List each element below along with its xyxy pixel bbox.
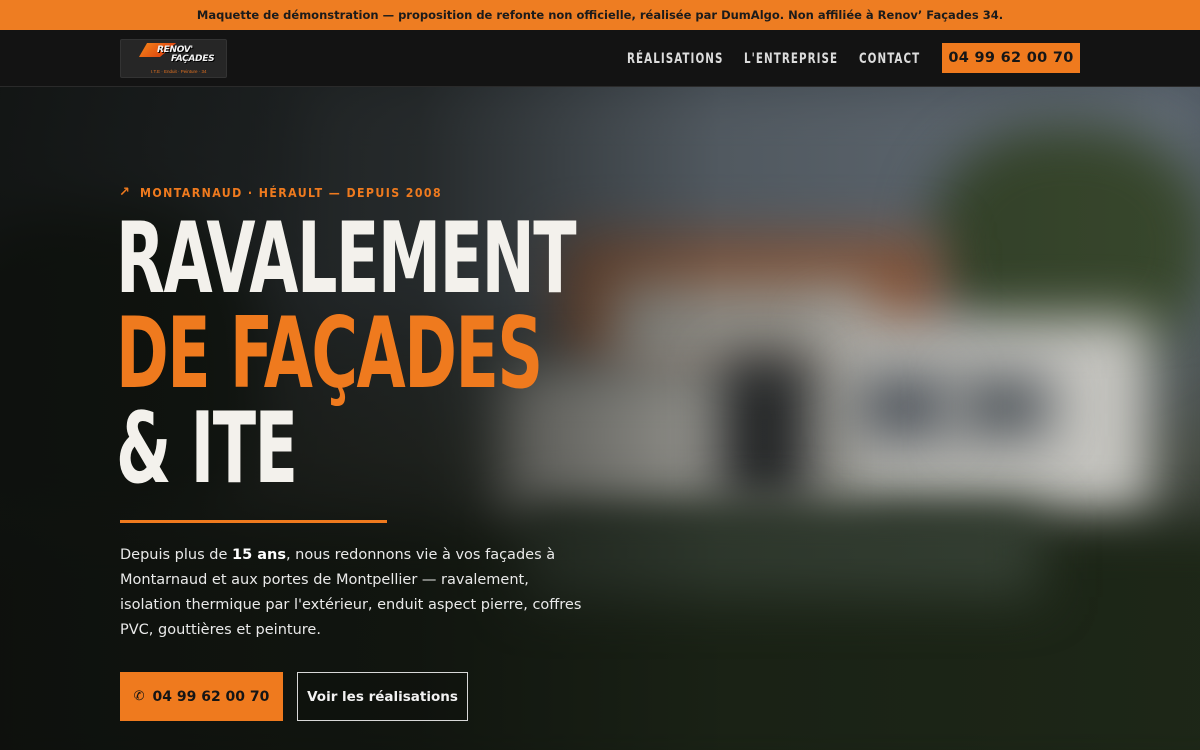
nav-link-contact[interactable]: CONTACT [859, 30, 920, 87]
hero-lead: Depuis plus de 15 ans, nous redonnons vi… [120, 543, 590, 643]
navbar: RENOV' FAÇADES I.T.E · Enduit · Peinture… [0, 30, 1200, 87]
hero-eyebrow: ↗ MONTARNAUD · HÉRAULT — DEPUIS 2008 [119, 183, 483, 201]
logo-wordmark: RENOV' FAÇADES [157, 46, 226, 64]
phone-icon: ✆ [133, 689, 145, 704]
headline-divider [120, 520, 387, 523]
headline-line3: & ITE [116, 392, 298, 506]
arrow-up-right-icon: ↗ [119, 184, 132, 200]
hero-headline: RAVALEMENT DE FAÇADES & ITE [116, 202, 577, 506]
nav-link-realisations[interactable]: RÉALISATIONS [627, 30, 724, 87]
nav-link-entreprise[interactable]: L'ENTREPRISE [744, 30, 838, 87]
headline-line1: RAVALEMENT [116, 202, 577, 316]
call-button-label: 04 99 62 00 70 [152, 688, 270, 705]
hero-eyebrow-text: MONTARNAUD · HÉRAULT — DEPUIS 2008 [139, 184, 442, 200]
lead-text-bold: 15 ans [232, 547, 286, 563]
logo-line2: FAÇADES [171, 54, 215, 64]
view-projects-label: Voir les réalisations [307, 688, 458, 705]
call-button[interactable]: ✆ 04 99 62 00 70 [120, 672, 283, 721]
logo-tagline: I.T.E · Enduit · Peinture · 34 [151, 69, 207, 74]
demo-banner-text: Maquette de démonstration — proposition … [196, 8, 1004, 22]
hero-section: ↗ MONTARNAUD · HÉRAULT — DEPUIS 2008 RAV… [0, 87, 1200, 750]
site-logo[interactable]: RENOV' FAÇADES I.T.E · Enduit · Peinture… [120, 39, 227, 78]
demo-banner: Maquette de démonstration — proposition … [0, 0, 1200, 30]
headline-line2: DE FAÇADES [116, 297, 543, 411]
nav-phone-button[interactable]: 04 99 62 00 70 [942, 43, 1080, 73]
view-projects-button[interactable]: Voir les réalisations [297, 672, 468, 721]
lead-text-start: Depuis plus de [120, 547, 232, 563]
